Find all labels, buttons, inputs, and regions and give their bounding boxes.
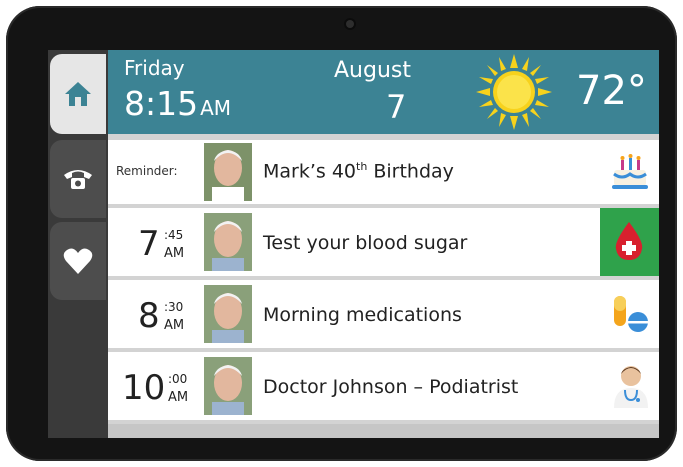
reminder-label: Reminder: (116, 164, 178, 178)
tablet-device: Friday 8:15 AM August 7 72° Reminder: Ma… (6, 6, 677, 461)
avatar (204, 285, 252, 343)
doctor-icon (614, 366, 648, 408)
main-content: Friday 8:15 AM August 7 72° Reminder: Ma… (108, 50, 659, 438)
event-ampm: AM (164, 246, 185, 261)
time-ampm: AM (200, 96, 232, 120)
month-label: August (334, 58, 411, 83)
list-item[interactable]: 8 :30 AM Morning medications (108, 280, 659, 348)
event-minutes: :45 (164, 228, 184, 242)
date-weather-header: Friday 8:15 AM August 7 72° (108, 50, 659, 134)
screen: Friday 8:15 AM August 7 72° Reminder: Ma… (48, 50, 659, 438)
reminder-text-after: Birthday (367, 160, 454, 183)
heart-icon (63, 248, 93, 274)
event-ampm: AM (168, 390, 189, 405)
event-hour: 8 (138, 296, 160, 336)
reminder-row[interactable]: Reminder: Mark’s 40th Birthday (108, 140, 659, 204)
phone-icon (64, 170, 92, 189)
tab-phone[interactable] (50, 140, 106, 218)
date-label: 7 (386, 88, 407, 126)
list-item[interactable]: 10 :00 AM Doctor Johnson – Podiatrist (108, 352, 659, 420)
avatar (204, 143, 252, 201)
event-text: Morning medications (263, 304, 462, 326)
camera-lens (346, 20, 354, 28)
event-hour: 7 (138, 224, 160, 264)
highlight-tile[interactable] (600, 208, 659, 276)
home-icon (65, 82, 91, 106)
reminder-text: Mark’s 40th Birthday (263, 160, 454, 182)
pills-icon (614, 296, 648, 332)
event-ampm: AM (164, 318, 185, 333)
current-time: 8:15 AM (124, 84, 231, 128)
bottom-strip (108, 424, 659, 438)
event-text: Doctor Johnson – Podiatrist (263, 376, 519, 398)
event-minutes: :30 (164, 300, 184, 314)
event-hour: 10 (122, 368, 166, 408)
avatar (204, 357, 252, 415)
sun-icon (476, 54, 552, 130)
blood-drop-icon (615, 222, 643, 260)
birthday-cake-icon (612, 154, 648, 189)
time-value: 8:15 (124, 84, 199, 123)
tab-health[interactable] (50, 222, 106, 300)
avatar (204, 213, 252, 271)
list-item[interactable]: 7 :45 AM Test your blood sugar (108, 208, 659, 276)
reminder-superscript: th (356, 160, 368, 173)
event-minutes: :00 (168, 372, 188, 386)
reminder-text-main: Mark’s 40 (263, 160, 357, 183)
tab-home[interactable] (50, 54, 106, 134)
day-label: Friday (124, 56, 185, 80)
temperature: 72° (576, 68, 647, 114)
event-text: Test your blood sugar (263, 232, 468, 254)
